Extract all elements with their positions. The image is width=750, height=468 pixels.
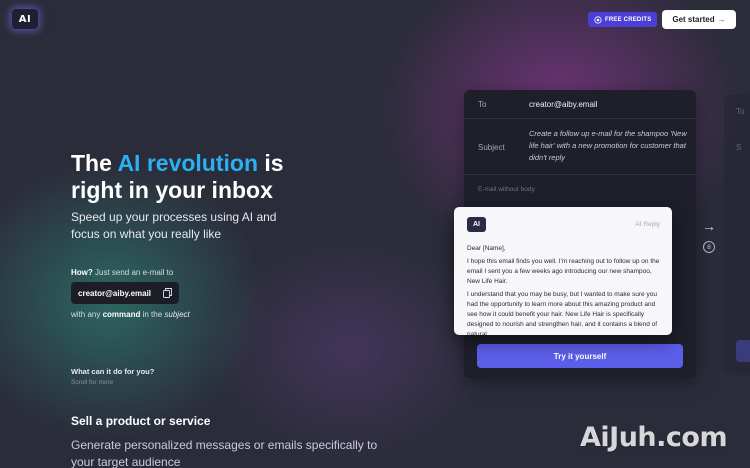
step-indicator: 8 (703, 241, 715, 253)
divider (464, 174, 696, 175)
divider (464, 118, 696, 119)
email-address-chip[interactable]: creator@aiby.email (71, 282, 179, 304)
hero-title-part1: The (71, 150, 118, 176)
hero-title-line2: right in your inbox (71, 177, 273, 203)
ghost-to-label: To (736, 107, 745, 116)
free-credits-label: FREE CREDITS (605, 16, 652, 23)
how-description: Just send an e-mail to (92, 268, 174, 277)
to-value: creator@aiby.email (529, 100, 598, 109)
email-address: creator@aiby.email (78, 288, 152, 298)
with-any-text: with any (71, 310, 103, 319)
reply-paragraph: I hope this email finds you well. I'm re… (467, 258, 660, 285)
next-email-card-preview: To S (724, 95, 750, 375)
watermark: AiJuh.com (580, 422, 728, 453)
what-can-it-do-heading: What can it do for you? (71, 367, 155, 376)
feature-description: Generate personalized messages or emails… (71, 438, 378, 468)
hero-title-accent: AI revolution (117, 150, 258, 176)
how-label: How? (71, 268, 93, 277)
scroll-for-more-hint: Scroll for more (71, 379, 114, 386)
get-started-button[interactable]: Get started → (662, 10, 736, 29)
free-credits-badge[interactable]: FREE CREDITS (588, 12, 658, 27)
command-word: command (102, 310, 141, 319)
top-bar: AI FREE CREDITS Get started → (0, 0, 750, 40)
no-body-note: E-mail without body (478, 186, 535, 193)
subject-word: subject (164, 310, 190, 319)
ai-logo: AI (467, 217, 486, 232)
command-instruction: with any command in the subject (71, 310, 190, 319)
hero-title: The AI revolution is right in your inbox (71, 150, 284, 204)
app-logo[interactable]: AI (12, 9, 38, 29)
reply-greeting: Dear [Name], (467, 245, 506, 252)
subject-value: Create a follow up e-mail for the shampo… (529, 129, 687, 162)
get-started-label: Get started (672, 15, 715, 24)
how-text: How? Just send an e-mail to (71, 268, 173, 277)
coin-icon (594, 15, 602, 24)
try-it-yourself-button[interactable]: Try it yourself (477, 344, 683, 368)
next-arrow-icon[interactable]: → (702, 218, 716, 234)
arrow-right-icon: → (717, 15, 726, 24)
in-the-text: in the (140, 310, 165, 319)
to-label: To (478, 100, 487, 109)
ghost-button (736, 340, 750, 362)
ai-reply-tag: AI Reply (635, 221, 660, 228)
hero-title-part2: is (258, 150, 284, 176)
copy-icon[interactable] (163, 288, 172, 298)
subject-label: Subject (478, 143, 505, 152)
feature-title: Sell a product or service (71, 414, 211, 428)
ghost-subject-label: S (736, 143, 742, 152)
reply-body: Dear [Name], I hope this email finds you… (467, 244, 663, 335)
reply-paragraph: I understand that you may be busy, but I… (467, 291, 658, 335)
hero-subtitle: Speed up your processes using AI and foc… (71, 210, 277, 241)
ai-reply-card: AI AI Reply Dear [Name], I hope this ema… (454, 207, 672, 335)
